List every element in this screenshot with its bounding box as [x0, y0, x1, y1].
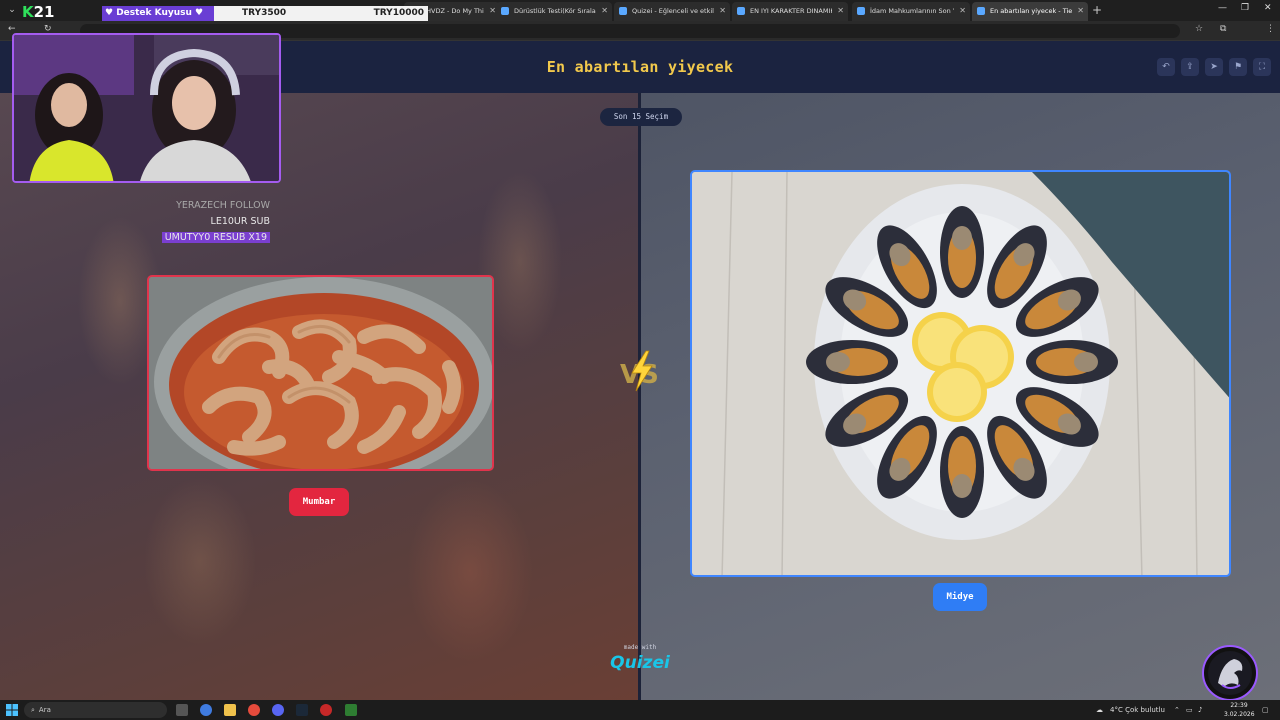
tray-overflow-icon[interactable]: ⌃ — [1174, 704, 1180, 716]
taskbar-clock[interactable]: 22:39 3.02.2026 — [1224, 701, 1255, 719]
kick-logo-icon: K — [22, 3, 34, 21]
file-explorer-icon[interactable] — [224, 704, 236, 716]
weather-text[interactable]: 4°C Çok bulutlu — [1110, 704, 1165, 716]
follower-count: 21 — [33, 3, 55, 21]
round-badge: Son 15 Seçim — [600, 108, 682, 126]
browser-tab[interactable]: Quizei - Eğlenceli ve etkileşimli ✕ — [614, 2, 730, 21]
clock-time: 22:39 — [1230, 702, 1248, 709]
webcam-feed — [12, 33, 281, 183]
browser-tab[interactable]: EN IYI KARAKTER DINAMIKLERI ✕ — [732, 2, 848, 21]
mumbar-photo — [149, 277, 492, 469]
event-item: YERAZECH FOLLOW — [176, 200, 270, 211]
browser-tab[interactable]: İdam Mahkumlarının Son Yeme ✕ — [852, 2, 970, 21]
vs-badge: VS — [616, 349, 666, 393]
tab-close-icon[interactable]: ✕ — [837, 6, 844, 15]
obs-icon[interactable] — [320, 704, 332, 716]
donation-progress-bar: TRY3500 TRY10000 — [214, 6, 428, 21]
event-item: LE10UR SUB — [210, 216, 270, 227]
fullscreen-icon[interactable]: ⛶ — [1253, 58, 1271, 76]
tab-label: İdam Mahkumlarının Son Yeme — [870, 7, 954, 15]
weather-icon[interactable]: ☁ — [1096, 704, 1103, 716]
windows-start-icon[interactable] — [6, 704, 18, 716]
left-option-image[interactable] — [147, 275, 494, 471]
maximize-icon[interactable]: ❐ — [1241, 3, 1249, 13]
new-tab-icon[interactable]: + — [1092, 3, 1102, 17]
tab-label: En abartılan yiyecek - Tier List, — [990, 7, 1072, 15]
steam-icon[interactable] — [296, 704, 308, 716]
taskbar-search-input[interactable]: ⌕ Ara — [24, 702, 167, 718]
minimize-icon[interactable]: — — [1218, 3, 1227, 13]
tab-favicon — [619, 7, 627, 15]
tab-label: Quizei - Eğlenceli ve etkileşimli — [632, 7, 714, 15]
tab-label: EN IYI KARAKTER DINAMIKLERI — [750, 7, 832, 15]
windows-taskbar: ⌕ Ara ☁ 4°C Çok bulutlu ⌃ ▭ ♪ 22:39 3.02.… — [0, 700, 1280, 720]
browser-tab[interactable]: Dürüstlük Testi(Kör Sıralama) - ✕ — [496, 2, 612, 21]
task-view-icon[interactable] — [176, 704, 188, 716]
chrome-icon[interactable] — [248, 704, 260, 716]
event-item: UMUTYY0 RESUB X19 — [120, 231, 270, 244]
active-browser-icon[interactable] — [345, 704, 357, 716]
extensions-icon[interactable]: ⧉ — [1220, 24, 1226, 34]
bookmark-star-icon[interactable]: ☆ — [1195, 24, 1203, 34]
volume-icon[interactable]: ♪ — [1198, 704, 1202, 716]
search-icon: ⌕ — [31, 706, 35, 714]
webcam-image — [14, 35, 279, 181]
flag-icon[interactable]: ⚑ — [1229, 58, 1247, 76]
dragon-icon — [1208, 651, 1252, 695]
quizei-logo[interactable]: Quizei — [606, 653, 674, 673]
tab-label: Dürüstlük Testi(Kör Sıralama) - — [514, 7, 596, 15]
stream-event-feed: YERAZECH FOLLOW LE10UR SUB UMUTYY0 RESUB… — [120, 199, 270, 247]
share-icon[interactable]: ⇪ — [1181, 58, 1199, 76]
tab-close-icon[interactable]: ✕ — [489, 6, 496, 15]
tab-close-icon[interactable]: ✕ — [601, 6, 608, 15]
right-option-image[interactable] — [690, 170, 1231, 577]
tab-close-icon[interactable]: ✕ — [959, 6, 966, 15]
made-with-label: made with — [623, 644, 657, 651]
undo-icon[interactable]: ↶ — [1157, 58, 1175, 76]
goal-target: TRY10000 — [373, 8, 424, 18]
close-window-icon[interactable]: ✕ — [1264, 3, 1272, 13]
right-option-button[interactable]: Midye — [933, 583, 987, 611]
tab-menu-button[interactable]: ⌄ — [4, 3, 20, 17]
tab-favicon — [857, 7, 865, 15]
follower-counter: K21 — [22, 4, 55, 21]
left-option-button[interactable]: Mumbar — [289, 488, 349, 516]
midye-photo — [692, 172, 1229, 575]
streamer-dragon-logo — [1202, 645, 1258, 701]
send-icon[interactable]: ➤ — [1205, 58, 1223, 76]
goal-current: TRY3500 — [242, 8, 287, 18]
event-highlight: UMUTYY0 RESUB X19 — [161, 232, 270, 243]
tab-favicon — [737, 7, 745, 15]
donation-goal-label: ♥ Destek Kuyusu ♥ — [102, 6, 214, 21]
stream-top-overlay: K21 ♥ Destek Kuyusu ♥ TRY3500 TRY10000 — [22, 4, 428, 21]
browser-tab-active[interactable]: En abartılan yiyecek - Tier List, ✕ — [972, 2, 1088, 21]
notification-icon[interactable]: ▢ — [1262, 704, 1269, 716]
tab-favicon — [501, 7, 509, 15]
copilot-icon[interactable] — [200, 704, 212, 716]
tab-close-icon[interactable]: ✕ — [1077, 6, 1084, 15]
tab-label: SHVDZ - Do My Thing (T — [422, 7, 484, 15]
browser-menu-icon[interactable]: ⋮ — [1266, 24, 1275, 34]
tab-close-icon[interactable]: ✕ — [719, 6, 726, 15]
discord-icon[interactable] — [272, 704, 284, 716]
clock-date: 3.02.2026 — [1224, 711, 1255, 718]
network-icon[interactable]: ▭ — [1186, 704, 1193, 716]
tab-favicon — [977, 7, 985, 15]
vs-lightning-icon: VS — [620, 350, 659, 392]
